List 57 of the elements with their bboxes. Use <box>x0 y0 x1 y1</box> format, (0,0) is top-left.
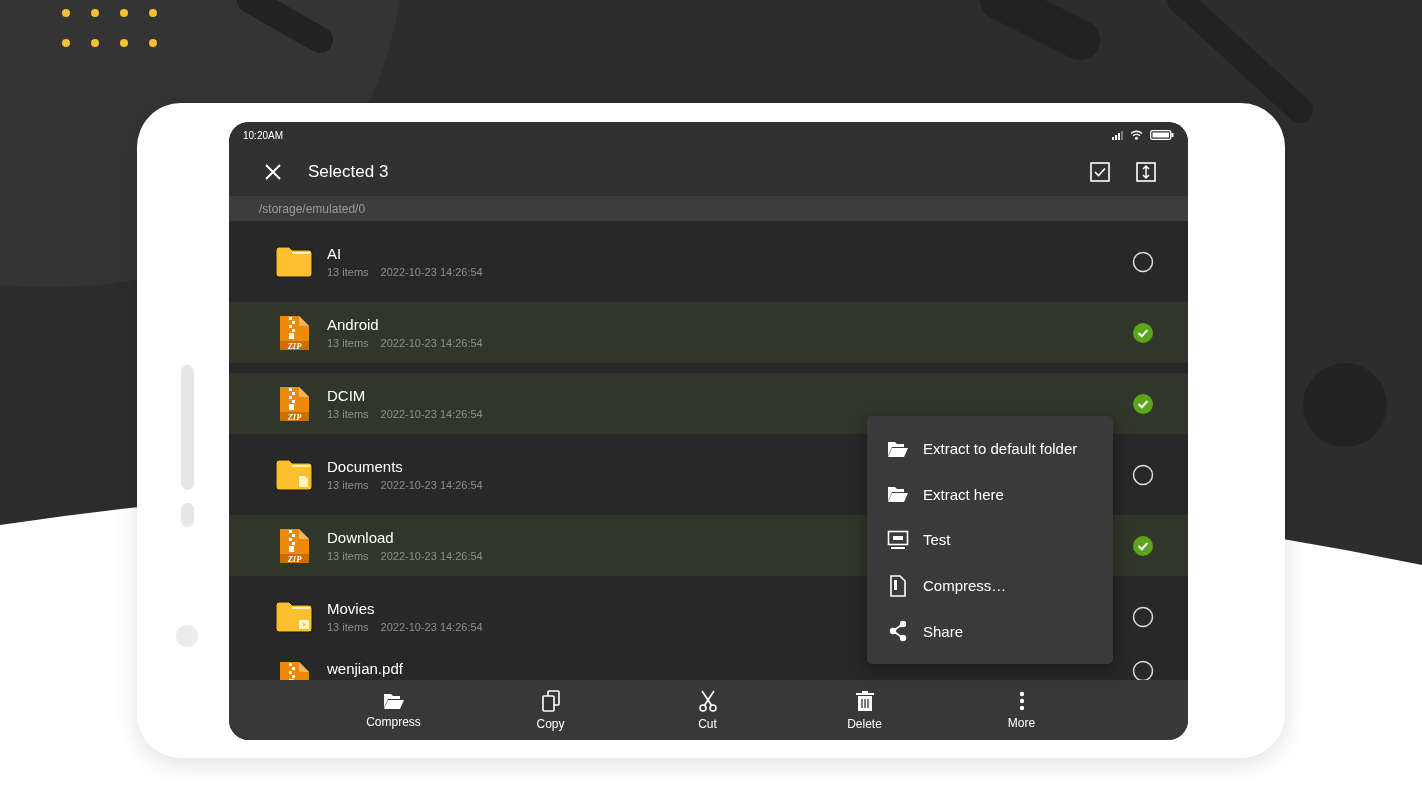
menu-item[interactable]: Extract to default folder <box>867 426 1113 472</box>
folder-icon <box>275 245 313 278</box>
item-count: 13 items <box>327 337 369 349</box>
modified-date: 2022-10-23 14:26:54 <box>380 550 483 562</box>
checked-icon[interactable] <box>1132 321 1154 344</box>
file-name: wenjian.pdf <box>327 660 403 677</box>
toolbar-button[interactable]: Copy <box>472 680 629 740</box>
toolbar-button[interactable]: More <box>943 680 1100 740</box>
expand-icon[interactable] <box>1136 162 1156 182</box>
battery-icon <box>1150 130 1174 140</box>
file-name: Download <box>327 529 394 546</box>
monitor-icon <box>887 530 909 550</box>
file-name: Documents <box>327 458 403 475</box>
selection-title: Selected 3 <box>308 162 390 182</box>
trash-icon <box>854 689 875 712</box>
modified-date: 2022-10-23 14:26:54 <box>380 266 483 278</box>
item-count: 13 items <box>327 408 369 420</box>
folder-icon <box>887 439 909 458</box>
menu-item[interactable]: Share <box>867 608 1113 654</box>
file-name: AI <box>327 245 342 262</box>
menu-item[interactable]: Compress… <box>867 562 1113 609</box>
close-icon[interactable] <box>264 163 282 181</box>
item-count: 13 items <box>327 479 369 491</box>
modified-date: 2022-10-23 14:26:54 <box>380 621 483 633</box>
more-icon <box>1018 690 1025 711</box>
item-count: 13 items <box>327 550 369 562</box>
copy-icon <box>540 689 561 712</box>
path-bar: /storage/emulated/0 <box>229 196 1188 221</box>
modified-date: 2022-10-23 14:26:54 <box>380 408 483 420</box>
scissors-icon <box>697 689 718 712</box>
signal-icon <box>1112 130 1123 140</box>
unchecked-circle-icon[interactable] <box>1132 605 1154 628</box>
item-count: 13 items <box>327 621 369 633</box>
modified-date: 2022-10-23 14:26:54 <box>380 479 483 491</box>
file-name: DCIM <box>327 387 366 404</box>
file-name: Android <box>327 316 379 333</box>
folder-icon <box>275 458 313 491</box>
menu-item[interactable]: Test <box>867 517 1113 563</box>
document-icon <box>889 574 907 597</box>
item-count: 13 items <box>327 266 369 278</box>
toolbar-button[interactable]: Cut <box>629 680 786 740</box>
folder-icon <box>887 485 909 504</box>
checked-icon[interactable] <box>1132 392 1154 415</box>
menu-item[interactable]: Extract here <box>867 471 1113 518</box>
toolbar-button[interactable]: Delete <box>786 680 943 740</box>
file-name: Movies <box>327 600 375 617</box>
status-time: 10:20AM <box>243 129 284 141</box>
unchecked-circle-icon[interactable] <box>1132 463 1154 486</box>
toolbar-button[interactable]: Compress <box>315 680 472 740</box>
modified-date: 2022-10-23 14:26:54 <box>380 337 483 349</box>
checked-icon[interactable] <box>1132 534 1154 557</box>
wifi-icon <box>1130 130 1143 140</box>
share-icon <box>888 620 908 643</box>
select-all-icon[interactable] <box>1090 162 1110 182</box>
folder-icon <box>275 600 313 633</box>
folder-icon <box>382 691 405 710</box>
unchecked-circle-icon[interactable] <box>1132 250 1154 273</box>
